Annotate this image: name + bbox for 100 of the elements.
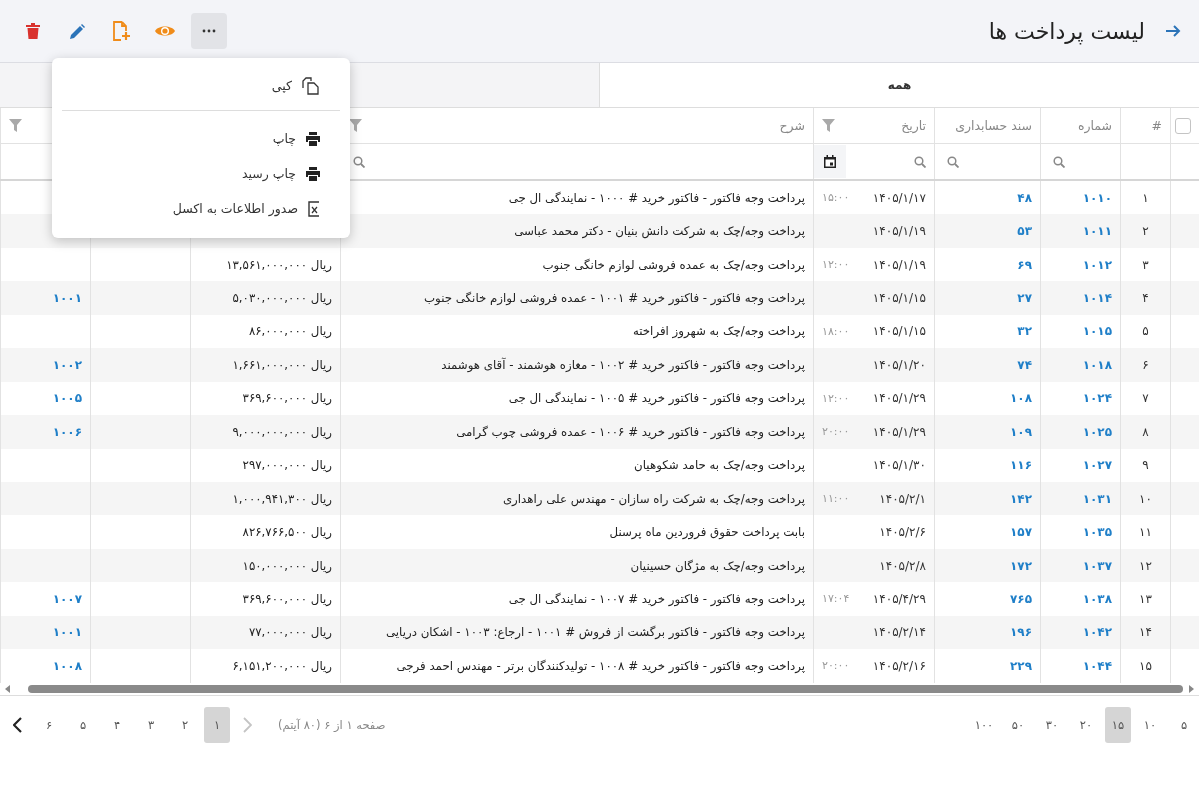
row-number: ۸: [1142, 424, 1149, 439]
menu-item[interactable]: چاپ رسید: [62, 156, 340, 191]
amount-text: ریال ۵,۰۳۰,۰۰۰,۰۰۰: [232, 291, 332, 306]
chevron-right-icon: [242, 716, 252, 733]
payment-number-link[interactable]: ۱۰۱۵: [1082, 324, 1112, 339]
row-number: ۱۰: [1139, 491, 1152, 506]
row-number: ۱۳: [1139, 591, 1152, 606]
payment-number-link[interactable]: ۱۰۲۷: [1082, 458, 1112, 473]
pencil-icon: [69, 23, 85, 39]
payment-number-link[interactable]: ۱۰۱۱: [1082, 224, 1112, 239]
page-size-button[interactable]: ۲۰: [1071, 706, 1101, 743]
time-text: ۱۲:۰۰: [822, 258, 850, 272]
select-all-checkbox[interactable]: [1175, 117, 1191, 134]
reference-link[interactable]: ۱۰۰۷: [52, 591, 82, 606]
filter-icon[interactable]: [349, 119, 362, 132]
page-button[interactable]: ۶: [34, 706, 64, 743]
row-number: ۵: [1142, 324, 1149, 339]
filter-icon[interactable]: [822, 119, 835, 132]
amount-text: ریال ۳۶۹,۶۰۰,۰۰۰: [242, 391, 332, 406]
document-link[interactable]: ۳۲: [1017, 324, 1032, 339]
document-link[interactable]: ۵۳: [1017, 224, 1032, 239]
document-link[interactable]: ۱۰۹: [1010, 424, 1032, 439]
payment-number-link[interactable]: ۱۰۳۷: [1082, 558, 1112, 573]
page-button[interactable]: ۱: [204, 706, 230, 743]
search-icon[interactable]: [947, 155, 959, 168]
row-number: ۳: [1142, 257, 1149, 272]
row-number: ۱۴: [1139, 625, 1152, 640]
document-link[interactable]: ۲۷: [1017, 291, 1032, 306]
file-plus-icon: [112, 21, 130, 41]
menu-item[interactable]: کپی: [62, 68, 340, 103]
amount-text: ریال ۷۷,۰۰۰,۰۰۰: [248, 625, 332, 640]
reference-link[interactable]: ۱۰۰۵: [52, 391, 82, 406]
row-number: ۱۱: [1139, 525, 1152, 540]
payment-number-link[interactable]: ۱۰۳۵: [1082, 525, 1112, 540]
chevron-left-icon: [12, 716, 22, 733]
payment-number-link[interactable]: ۱۰۳۱: [1082, 491, 1112, 506]
reference-link[interactable]: ۱۰۰۶: [52, 424, 82, 439]
page-button[interactable]: ۳: [136, 706, 166, 743]
reference-link[interactable]: ۱۰۰۲: [52, 357, 82, 372]
amount-text: ریال ۱,۰۰۰,۹۴۱,۳۰۰: [232, 491, 332, 506]
reference-link[interactable]: ۱۰۰۸: [52, 658, 82, 673]
amount-text: ریال ۶,۱۵۱,۲۰۰,۰۰۰: [232, 658, 332, 673]
page-size-button[interactable]: ۳۰: [1037, 706, 1067, 743]
document-link[interactable]: ۴۸: [1017, 190, 1032, 205]
payment-number-link[interactable]: ۱۰۳۸: [1082, 591, 1112, 606]
page-size-button[interactable]: ۱۰۰: [969, 706, 999, 743]
payment-number-link[interactable]: ۱۰۲۴: [1082, 391, 1112, 406]
row-number: ۶: [1142, 357, 1149, 372]
reference-link[interactable]: ۱۰۰۱: [52, 291, 82, 306]
payment-number-link[interactable]: ۱۰۲۵: [1082, 424, 1112, 439]
date-text: ۱۴۰۵/۱/۱۵: [872, 291, 926, 306]
search-icon[interactable]: [914, 155, 926, 168]
document-link[interactable]: ۲۲۹: [1010, 658, 1032, 673]
description-text: پرداخت وجه/چک به حامد شکوهیان: [634, 458, 805, 473]
description-text: پرداخت وجه فاکتور - فاکتور خرید # ۱۰۰۶ - عمده فروشی چوب گرامی: [456, 424, 805, 439]
column-header[interactable]: شماره: [1040, 108, 1120, 143]
document-link[interactable]: ۷۶۵: [1010, 591, 1032, 606]
page-size-button[interactable]: ۱۵: [1105, 706, 1131, 743]
horizontal-scrollbar[interactable]: [0, 682, 1199, 696]
trash-icon: [26, 23, 40, 39]
amount-text: ریال ۳۶۹,۶۰۰,۰۰۰: [242, 591, 332, 606]
row-number: ۱۲: [1139, 558, 1152, 573]
page-size-button[interactable]: ۵: [1169, 706, 1199, 743]
page-button[interactable]: ۴: [102, 706, 132, 743]
document-link[interactable]: ۱۹۶: [1010, 625, 1032, 640]
page-button[interactable]: ۵: [68, 706, 98, 743]
document-link[interactable]: ۶۹: [1017, 257, 1032, 272]
search-icon[interactable]: [353, 155, 365, 168]
payment-number-link[interactable]: ۱۰۱۰: [1082, 190, 1112, 205]
document-link[interactable]: ۷۴: [1017, 357, 1032, 372]
payment-number-link[interactable]: ۱۰۴۴: [1082, 658, 1112, 673]
page-size-button[interactable]: ۱۰: [1135, 706, 1165, 743]
menu-item[interactable]: صدور اطلاعات به اکسل: [62, 191, 340, 226]
column-header[interactable]: #: [1120, 108, 1170, 143]
payment-number-link[interactable]: ۱۰۱۴: [1082, 291, 1112, 306]
payment-number-link[interactable]: ۱۰۱۸: [1082, 357, 1112, 372]
amount-text: ریال ۸۲۶,۷۶۶,۵۰۰: [242, 525, 332, 540]
menu-item[interactable]: چاپ: [62, 121, 340, 156]
document-link[interactable]: ۱۰۸: [1010, 391, 1032, 406]
filter-icon[interactable]: [9, 119, 22, 132]
tab[interactable]: همه: [599, 63, 1199, 107]
page-size-button[interactable]: ۵۰: [1003, 706, 1033, 743]
description-text: پرداخت وجه/چک به شرکت راه سازان - مهندس علی راهداری: [502, 491, 805, 506]
page-button[interactable]: ۲: [170, 706, 200, 743]
column-header[interactable]: تاریخ: [813, 108, 934, 143]
back-arrow-icon[interactable]: [1165, 24, 1181, 38]
spreadsheet-icon: [308, 200, 320, 217]
document-link[interactable]: ۱۴۲: [1010, 491, 1032, 506]
payment-number-link[interactable]: ۱۰۴۲: [1082, 625, 1112, 640]
document-link[interactable]: ۱۷۲: [1010, 558, 1032, 573]
document-link[interactable]: ۱۱۶: [1010, 458, 1032, 473]
reference-link[interactable]: ۱۰۰۱: [52, 625, 82, 640]
description-text: پرداخت وجه فاکتور - فاکتور خرید # ۱۰۰۵ - نمایندگی ال جی: [508, 391, 805, 406]
search-icon[interactable]: [1053, 155, 1065, 168]
document-link[interactable]: ۱۵۷: [1010, 525, 1032, 540]
calendar-button[interactable]: [814, 145, 846, 178]
description-text: پرداخت وجه فاکتور - فاکتور خرید # ۱۰۰۲ - مغازه هوشمند - آقای هوشمند: [441, 357, 805, 372]
payment-number-link[interactable]: ۱۰۱۲: [1082, 257, 1112, 272]
amount-text: ریال ۱,۶۶۱,۰۰۰,۰۰۰: [232, 357, 332, 372]
column-header[interactable]: سند حسابداری: [934, 108, 1040, 143]
